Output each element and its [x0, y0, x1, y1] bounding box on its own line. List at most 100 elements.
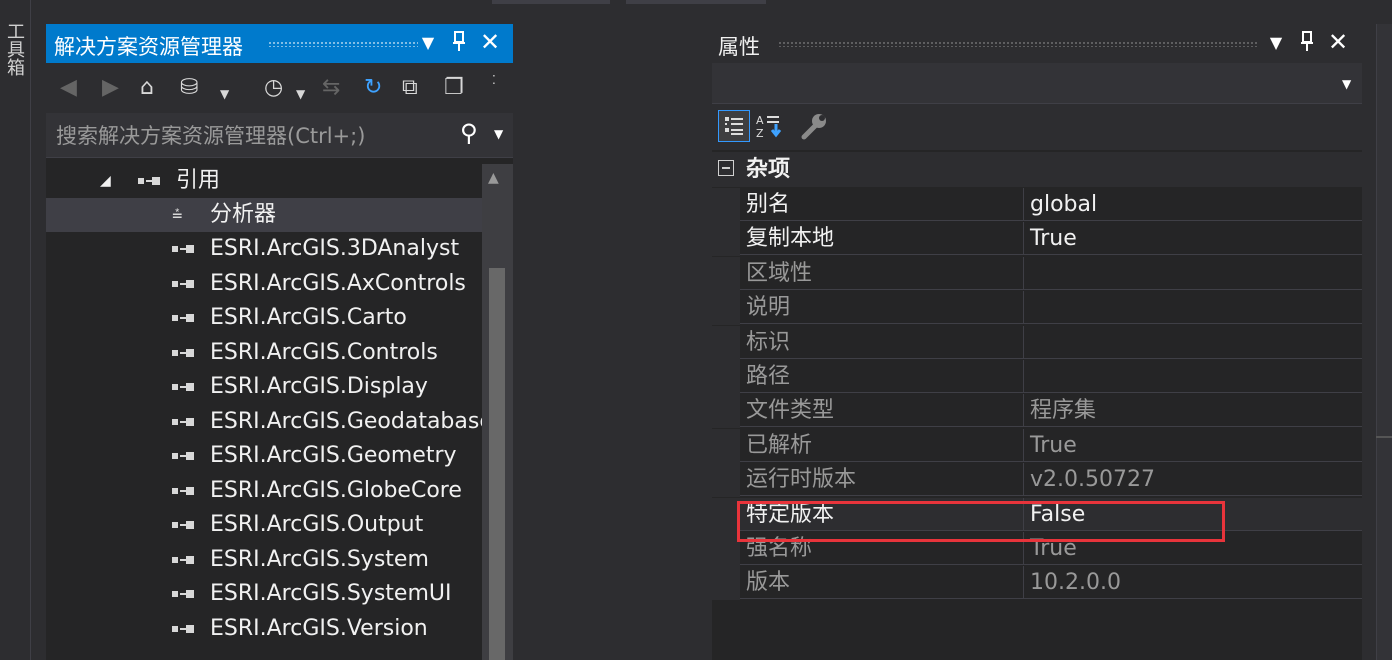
- property-grid: 杂项 别名 global 复制本地 True 区域性 说明 标识 路径 文件类型 程序集 已解析 Tr…: [712, 152, 1362, 607]
- property-value: [1024, 325, 1362, 359]
- forward-icon[interactable]: ▶: [102, 75, 119, 101]
- categorized-view-button[interactable]: [718, 110, 750, 142]
- property-value: 程序集: [1024, 394, 1362, 428]
- tree-node-reference[interactable]: ESRI.ArcGIS.Output: [46, 508, 482, 542]
- scrollbar-thumb[interactable]: [489, 268, 505, 660]
- document-tab[interactable]: [492, 0, 610, 4]
- property-name: 版本: [740, 566, 1024, 600]
- tree-node-reference[interactable]: ESRI.ArcGIS.Version: [46, 612, 482, 646]
- tree-node-reference[interactable]: ESRI.ArcGIS.Geometry: [46, 439, 482, 473]
- dropdown-icon[interactable]: ▼: [220, 81, 229, 107]
- solution-explorer-titlebar[interactable]: 解决方案资源管理器 ▼ ✕: [46, 24, 513, 63]
- right-dock-strip: [1376, 24, 1392, 660]
- alphabetical-view-button[interactable]: A Z: [754, 110, 786, 142]
- property-value[interactable]: True: [1024, 222, 1362, 256]
- dropdown-icon[interactable]: ▼: [296, 81, 305, 107]
- document-tab[interactable]: [626, 0, 766, 4]
- row-gutter: [712, 394, 740, 429]
- property-row[interactable]: 复制本地 True: [712, 222, 1362, 257]
- scroll-up-arrow-icon[interactable]: ▲: [488, 170, 499, 186]
- row-gutter: [712, 222, 740, 257]
- tree-node-label: ESRI.ArcGIS.Output: [210, 512, 424, 537]
- tree-node-label: ESRI.ArcGIS.SystemUI: [210, 581, 452, 606]
- pending-changes-icon[interactable]: ◷: [264, 75, 283, 101]
- tree-node-reference[interactable]: ESRI.ArcGIS.Display: [46, 370, 482, 404]
- home-icon[interactable]: ⌂: [140, 75, 154, 101]
- property-value: True: [1024, 428, 1362, 462]
- property-row[interactable]: 运行时版本 v2.0.50727: [712, 463, 1362, 498]
- tree-node-analyzers[interactable]: ⩮ 分析器: [46, 198, 482, 232]
- properties-titlebar[interactable]: 属性 ▼ ✕: [712, 24, 1362, 63]
- property-value[interactable]: global: [1024, 188, 1362, 221]
- reference-icon: [172, 555, 194, 564]
- close-icon[interactable]: ✕: [478, 30, 502, 54]
- reference-icon: [172, 486, 194, 495]
- search-options-dropdown-icon[interactable]: ▼: [494, 127, 503, 141]
- tree-node-reference[interactable]: ESRI.ArcGIS.SystemUI: [46, 577, 482, 611]
- reference-icon: [172, 417, 194, 426]
- window-position-dropdown-icon[interactable]: ▼: [418, 31, 438, 55]
- toolbox-tab-label[interactable]: 工具箱: [4, 22, 25, 76]
- close-icon[interactable]: ✕: [1326, 30, 1350, 54]
- row-gutter: [712, 566, 740, 601]
- property-name: 文件类型: [740, 394, 1024, 428]
- tree-node-reference[interactable]: ESRI.ArcGIS.System: [46, 543, 482, 577]
- row-gutter: [712, 256, 740, 291]
- sync-icon[interactable]: ⇆: [322, 75, 340, 101]
- property-value[interactable]: False: [1024, 497, 1362, 531]
- toolbox-strip[interactable]: 工具箱: [0, 0, 31, 660]
- svg-text:Z: Z: [756, 127, 764, 140]
- analyzer-icon: ⩮: [172, 204, 183, 225]
- reference-icon: [172, 590, 194, 598]
- property-row[interactable]: 说明: [712, 291, 1362, 326]
- tree-node-label: ESRI.ArcGIS.Display: [210, 374, 428, 399]
- properties-object-selector[interactable]: ▼: [712, 63, 1362, 104]
- show-all-files-icon[interactable]: ❐: [444, 75, 464, 101]
- back-icon[interactable]: ◀: [60, 75, 77, 101]
- tree-node-label: 引用: [176, 168, 221, 193]
- tree-node-reference[interactable]: ESRI.ArcGIS.GlobeCore: [46, 474, 482, 508]
- property-row[interactable]: 文件类型 程序集: [712, 394, 1362, 429]
- tree-node-label: ESRI.ArcGIS.Controls: [210, 339, 438, 365]
- chevron-down-icon[interactable]: ▼: [1342, 77, 1351, 91]
- expand-arrow-icon[interactable]: ◢: [100, 164, 111, 198]
- category-row[interactable]: 杂项: [712, 152, 1362, 187]
- pin-icon[interactable]: [1296, 30, 1318, 57]
- property-row[interactable]: 路径: [712, 360, 1362, 394]
- properties-scrollbar[interactable]: [1362, 24, 1376, 660]
- tree-node-label: ESRI.ArcGIS.System: [210, 546, 429, 572]
- property-row[interactable]: 区域性: [712, 256, 1362, 291]
- property-pages-button[interactable]: [798, 110, 830, 142]
- categorized-icon: [725, 117, 743, 135]
- property-row[interactable]: 别名 global: [712, 188, 1362, 222]
- property-row[interactable]: 已解析 True: [712, 428, 1362, 463]
- tree-node-references[interactable]: ◢ 引用: [46, 164, 482, 198]
- row-gutter: [712, 497, 740, 532]
- property-row[interactable]: 强名称 True: [712, 532, 1362, 566]
- tree-node-reference[interactable]: ESRI.ArcGIS.Controls: [46, 336, 482, 370]
- property-row[interactable]: 特定版本 False: [712, 497, 1362, 532]
- tree-node-label: ESRI.ArcGIS.Geometry: [210, 443, 457, 468]
- refresh-icon[interactable]: ↻: [364, 75, 382, 101]
- tree-node-reference[interactable]: ESRI.ArcGIS.Geodatabase: [46, 405, 482, 439]
- search-icon[interactable]: ⚲: [460, 119, 478, 147]
- pin-icon[interactable]: [448, 30, 470, 57]
- switch-views-icon[interactable]: ⛁: [180, 75, 198, 101]
- property-name: 路径: [740, 360, 1024, 393]
- overflow-icon[interactable]: ⁚: [492, 67, 496, 93]
- reference-icon: [172, 348, 194, 357]
- property-value: True: [1024, 532, 1362, 565]
- row-gutter: [712, 532, 740, 566]
- tree-node-label: ESRI.ArcGIS.3DAnalyst: [210, 236, 460, 261]
- tree-node-reference[interactable]: ESRI.ArcGIS.3DAnalyst: [46, 232, 482, 266]
- property-row[interactable]: 版本 10.2.0.0: [712, 566, 1362, 601]
- window-position-dropdown-icon[interactable]: ▼: [1266, 31, 1286, 55]
- property-row[interactable]: 标识: [712, 325, 1362, 360]
- row-gutter: [712, 188, 740, 222]
- property-name: 复制本地: [740, 222, 1024, 256]
- collapse-all-icon[interactable]: ⧉: [402, 75, 418, 101]
- collapse-category-icon[interactable]: [718, 160, 734, 176]
- tree-node-reference[interactable]: ESRI.ArcGIS.AxControls: [46, 267, 482, 301]
- search-input[interactable]: [54, 121, 458, 151]
- tree-node-reference[interactable]: ESRI.ArcGIS.Carto: [46, 301, 482, 335]
